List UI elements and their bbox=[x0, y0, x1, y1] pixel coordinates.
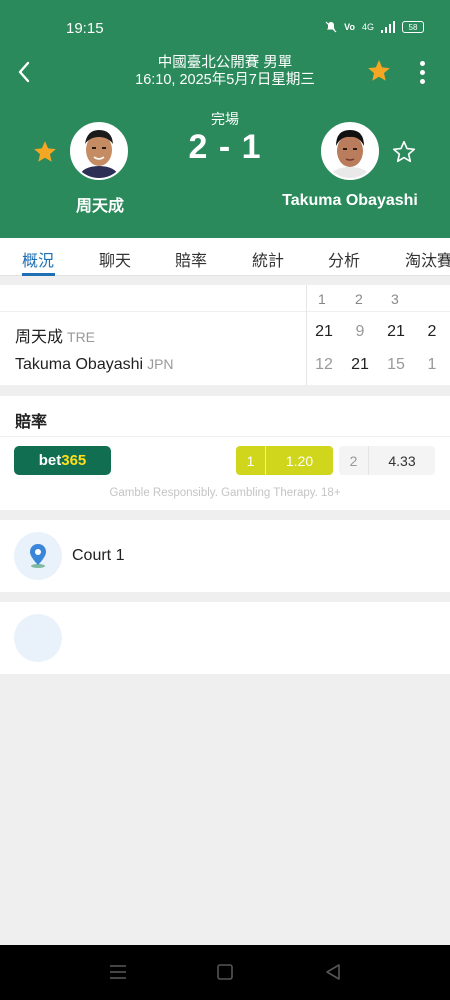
player2-set2-score: 21 bbox=[351, 356, 369, 373]
battery-icon: 58 bbox=[402, 21, 424, 33]
odds-option-2-label: 2 bbox=[339, 446, 369, 475]
tab-overview[interactable]: 概況 bbox=[22, 247, 54, 271]
location-pin-icon bbox=[14, 532, 62, 580]
bet365-logo[interactable]: bet 365 bbox=[14, 446, 111, 475]
status-bar: 19:15 Vo 4G 58 bbox=[0, 18, 450, 40]
scorecard-player1: 周天成 TRE bbox=[15, 323, 95, 347]
odds-option-1-value: 1.20 bbox=[285, 452, 314, 469]
player1-sets-won: 2 bbox=[427, 323, 437, 340]
match-header: 19:15 Vo 4G 58 中國臺北公開賽 男單 16:10, 2025年5月… bbox=[0, 0, 450, 238]
match-status: 完場 bbox=[211, 111, 239, 127]
status-time: 19:15 bbox=[66, 20, 104, 37]
volte-icon: Vo bbox=[344, 22, 355, 32]
player1-name[interactable]: 周天成 bbox=[40, 192, 160, 216]
set-header-3: 3 bbox=[391, 291, 399, 307]
scorecard-player2-code: JPN bbox=[147, 356, 174, 372]
set-header-1: 1 bbox=[318, 291, 326, 307]
bookmaker-name-part1: bet bbox=[38, 452, 62, 469]
placeholder-icon bbox=[14, 614, 62, 662]
menu-icon[interactable] bbox=[107, 961, 129, 983]
scorecard-player2-name: Takuma Obayashi bbox=[15, 356, 144, 373]
status-icons: Vo 4G 58 bbox=[325, 21, 424, 33]
tab-knockout[interactable]: 淘汰賽 bbox=[405, 247, 450, 271]
player2-sets-won: 1 bbox=[427, 356, 437, 373]
scorecard-player2: Takuma Obayashi JPN bbox=[15, 356, 174, 374]
player2-set1-score: 12 bbox=[315, 356, 333, 373]
player1-set3-score: 21 bbox=[387, 323, 405, 340]
location-pin-shape bbox=[30, 544, 46, 568]
tab-analysis[interactable]: 分析 bbox=[328, 247, 360, 271]
set-scorecard: 1 2 3 周天成 TRE 21 9 21 2 Takuma Obayashi JP… bbox=[0, 285, 450, 385]
tab-chat[interactable]: 聊天 bbox=[99, 247, 131, 271]
back-triangle-icon[interactable] bbox=[322, 961, 344, 983]
venue-row[interactable]: Court 1 bbox=[0, 520, 450, 592]
network-type: 4G bbox=[361, 22, 374, 32]
mute-icon bbox=[325, 21, 337, 33]
player2-name[interactable]: Takuma Obayashi bbox=[270, 192, 430, 210]
scorecard-player1-code: TRE bbox=[67, 329, 96, 345]
home-icon[interactable] bbox=[214, 961, 236, 983]
dot bbox=[419, 78, 425, 84]
odds-section: 賠率 bet 365 1 1.20 2 4.33 Gamble Responsib… bbox=[0, 396, 450, 510]
tab-bar: 概況 聊天 賠率 統計 分析 淘汰賽 bbox=[0, 238, 450, 276]
divider bbox=[0, 311, 450, 312]
tab-stats[interactable]: 統計 bbox=[252, 247, 284, 271]
bookmaker-name-part2: 365 bbox=[61, 452, 87, 469]
gambling-disclaimer[interactable]: Gamble Responsibly. Gambling Therapy. 18… bbox=[0, 487, 450, 499]
divider bbox=[306, 285, 307, 385]
system-navigation-bar bbox=[0, 945, 450, 1000]
odds-option-2[interactable]: 2 4.33 bbox=[339, 446, 435, 475]
odds-option-1-label: 1 bbox=[236, 446, 266, 475]
player1-set2-score: 9 bbox=[355, 323, 365, 340]
top-bar: 中國臺北公開賽 男單 16:10, 2025年5月7日星期三 bbox=[0, 55, 450, 91]
player2-photo bbox=[323, 124, 377, 178]
signal-icon bbox=[381, 21, 395, 33]
tab-odds[interactable]: 賠率 bbox=[175, 247, 207, 271]
match-score: 2 - 1 bbox=[188, 128, 262, 166]
set-header-2: 2 bbox=[355, 291, 363, 307]
scorecard-player1-name: 周天成 bbox=[15, 329, 64, 346]
dot bbox=[419, 69, 425, 75]
divider bbox=[0, 436, 450, 437]
player2-avatar[interactable] bbox=[321, 122, 379, 180]
info-row-placeholder bbox=[0, 602, 450, 674]
dot bbox=[419, 60, 425, 66]
player1-set1-score: 21 bbox=[315, 323, 333, 340]
odds-option-2-value: 4.33 bbox=[388, 452, 416, 469]
more-options-button[interactable] bbox=[412, 58, 432, 86]
odds-option-1[interactable]: 1 1.20 bbox=[236, 446, 333, 475]
player2-favorite-star-icon[interactable] bbox=[391, 139, 417, 165]
player2-set3-score: 15 bbox=[387, 356, 405, 373]
favorite-match-star-icon[interactable] bbox=[366, 58, 392, 84]
odds-title: 賠率 bbox=[15, 414, 48, 431]
venue-name: Court 1 bbox=[72, 547, 125, 564]
active-tab-indicator bbox=[22, 273, 55, 276]
